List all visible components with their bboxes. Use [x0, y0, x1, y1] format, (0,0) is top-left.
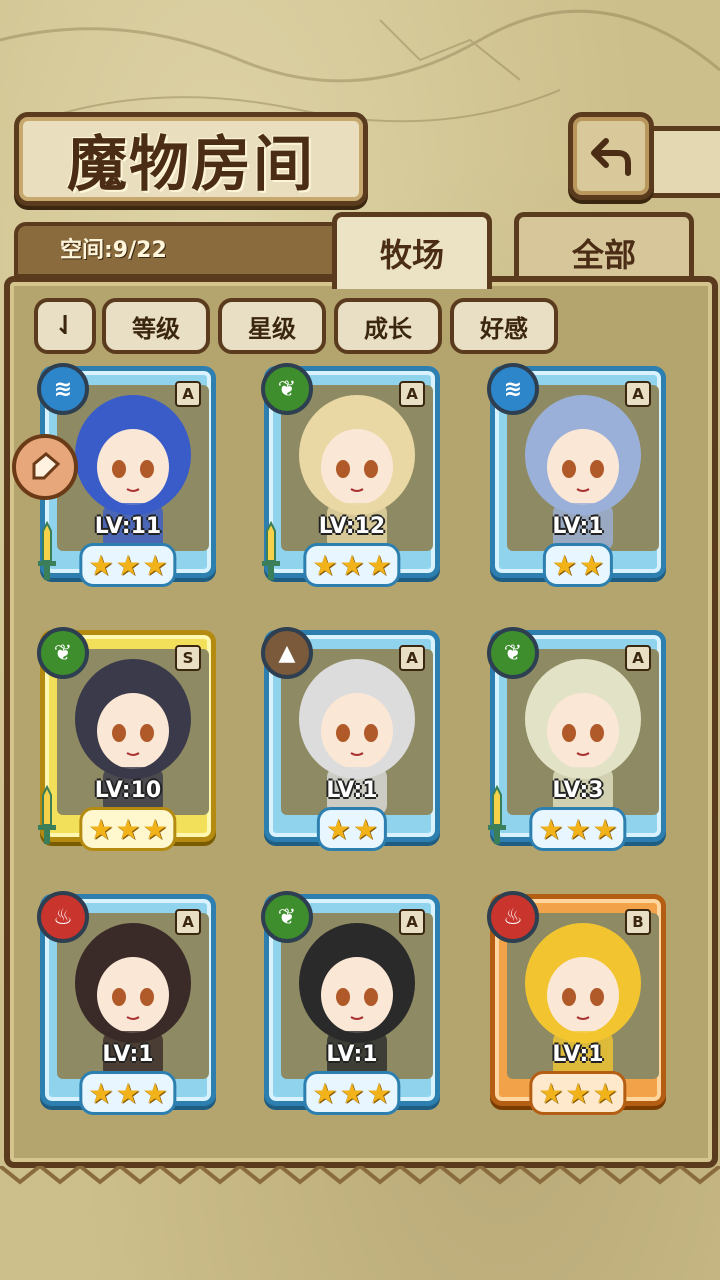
side-tab-button[interactable] — [12, 434, 78, 500]
water-element-icon: ≋ — [487, 363, 539, 415]
leaf-element-icon: ❦ — [261, 363, 313, 415]
monster-card[interactable]: B ♨ LV:1 ★ ★ ★ — [487, 891, 666, 1115]
rank-badge: S — [175, 645, 201, 671]
monster-card[interactable]: A ♨ LV:1 ★ ★ ★ — [37, 891, 216, 1115]
rank-badge: A — [175, 909, 201, 935]
rank-badge: A — [625, 645, 651, 671]
level-label: LV:1 — [326, 1042, 378, 1067]
level-label: LV:12 — [318, 514, 386, 539]
leaf-element-icon: ❦ — [37, 627, 89, 679]
star-icon: ★ — [565, 812, 591, 846]
star-icon: ★ — [142, 1076, 168, 1110]
star-icon: ★ — [88, 812, 114, 846]
filter-level-button[interactable]: 等级 — [102, 298, 210, 354]
star-icon: ★ — [551, 548, 577, 582]
star-icon: ★ — [339, 1076, 365, 1110]
star-rating: ★ ★ ★ — [529, 807, 627, 851]
title-plate: 魔物房间 — [14, 112, 368, 206]
back-button-bar — [644, 126, 720, 198]
capacity-text: 空间:9/22 — [60, 238, 167, 263]
star-icon: ★ — [538, 1076, 564, 1110]
star-rating: ★ ★ — [316, 807, 388, 851]
star-icon: ★ — [325, 812, 351, 846]
fire-element-icon: ♨ — [487, 891, 539, 943]
star-icon: ★ — [579, 548, 605, 582]
monster-card[interactable]: A ❦ LV:3 ★ ★ ★ — [487, 627, 666, 851]
rank-badge: A — [175, 381, 201, 407]
tab-ranch[interactable]: 牧场 — [332, 212, 492, 289]
star-rating: ★ ★ ★ — [79, 1071, 177, 1115]
back-arrow-icon — [591, 138, 631, 176]
star-icon: ★ — [592, 1076, 618, 1110]
star-rating: ★ ★ ★ — [79, 807, 177, 851]
star-icon: ★ — [538, 812, 564, 846]
leaf-element-icon: ❦ — [261, 891, 313, 943]
star-icon: ★ — [312, 1076, 338, 1110]
rank-badge: A — [399, 909, 425, 935]
fire-element-icon: ♨ — [37, 891, 89, 943]
star-icon: ★ — [115, 548, 141, 582]
star-icon: ★ — [142, 548, 168, 582]
star-icon: ★ — [592, 812, 618, 846]
filter-star-button[interactable]: 星级 — [218, 298, 326, 354]
star-icon: ★ — [88, 1076, 114, 1110]
star-icon: ★ — [353, 812, 379, 846]
level-label: LV:1 — [326, 778, 378, 803]
earth-element-icon: ▲ — [261, 627, 313, 679]
star-rating: ★ ★ ★ — [303, 543, 401, 587]
star-icon: ★ — [88, 548, 114, 582]
level-label: LV:10 — [94, 778, 162, 803]
star-rating: ★ ★ ★ — [303, 1071, 401, 1115]
filter-affinity-button[interactable]: 好感 — [450, 298, 558, 354]
back-button[interactable] — [568, 112, 654, 200]
water-element-icon: ≋ — [37, 363, 89, 415]
star-rating: ★ ★ ★ — [529, 1071, 627, 1115]
star-rating: ★ ★ ★ — [79, 543, 177, 587]
leaf-element-icon: ❦ — [487, 627, 539, 679]
rank-badge: A — [399, 381, 425, 407]
star-icon: ★ — [565, 1076, 591, 1110]
star-icon: ★ — [115, 812, 141, 846]
level-label: LV:3 — [552, 778, 604, 803]
star-icon: ★ — [312, 548, 338, 582]
filter-growth-button[interactable]: 成长 — [334, 298, 442, 354]
page-title: 魔物房间 — [67, 129, 315, 200]
level-label: LV:1 — [102, 1042, 154, 1067]
star-icon: ★ — [115, 1076, 141, 1110]
star-icon: ★ — [366, 1076, 392, 1110]
monster-card[interactable]: A ❦ LV:12 ★ ★ ★ — [261, 363, 440, 587]
level-label: LV:11 — [94, 514, 162, 539]
rank-badge: A — [399, 645, 425, 671]
star-rating: ★ ★ — [542, 543, 614, 587]
star-icon: ★ — [339, 548, 365, 582]
level-label: LV:1 — [552, 1042, 604, 1067]
monster-card[interactable]: A ❦ LV:1 ★ ★ ★ — [261, 891, 440, 1115]
level-label: LV:1 — [552, 514, 604, 539]
sort-order-button[interactable]: ⇃ — [34, 298, 96, 354]
rank-badge: B — [625, 909, 651, 935]
bottom-border — [0, 1166, 720, 1185]
rank-badge: A — [625, 381, 651, 407]
tag-icon — [32, 452, 61, 480]
star-icon: ★ — [366, 548, 392, 582]
star-icon: ★ — [142, 812, 168, 846]
monster-card[interactable]: S ❦ LV:10 ★ ★ ★ — [37, 627, 216, 851]
monster-card[interactable]: A ≋ LV:1 ★ ★ — [487, 363, 666, 587]
monster-card[interactable]: A ▲ LV:1 ★ ★ — [261, 627, 440, 851]
